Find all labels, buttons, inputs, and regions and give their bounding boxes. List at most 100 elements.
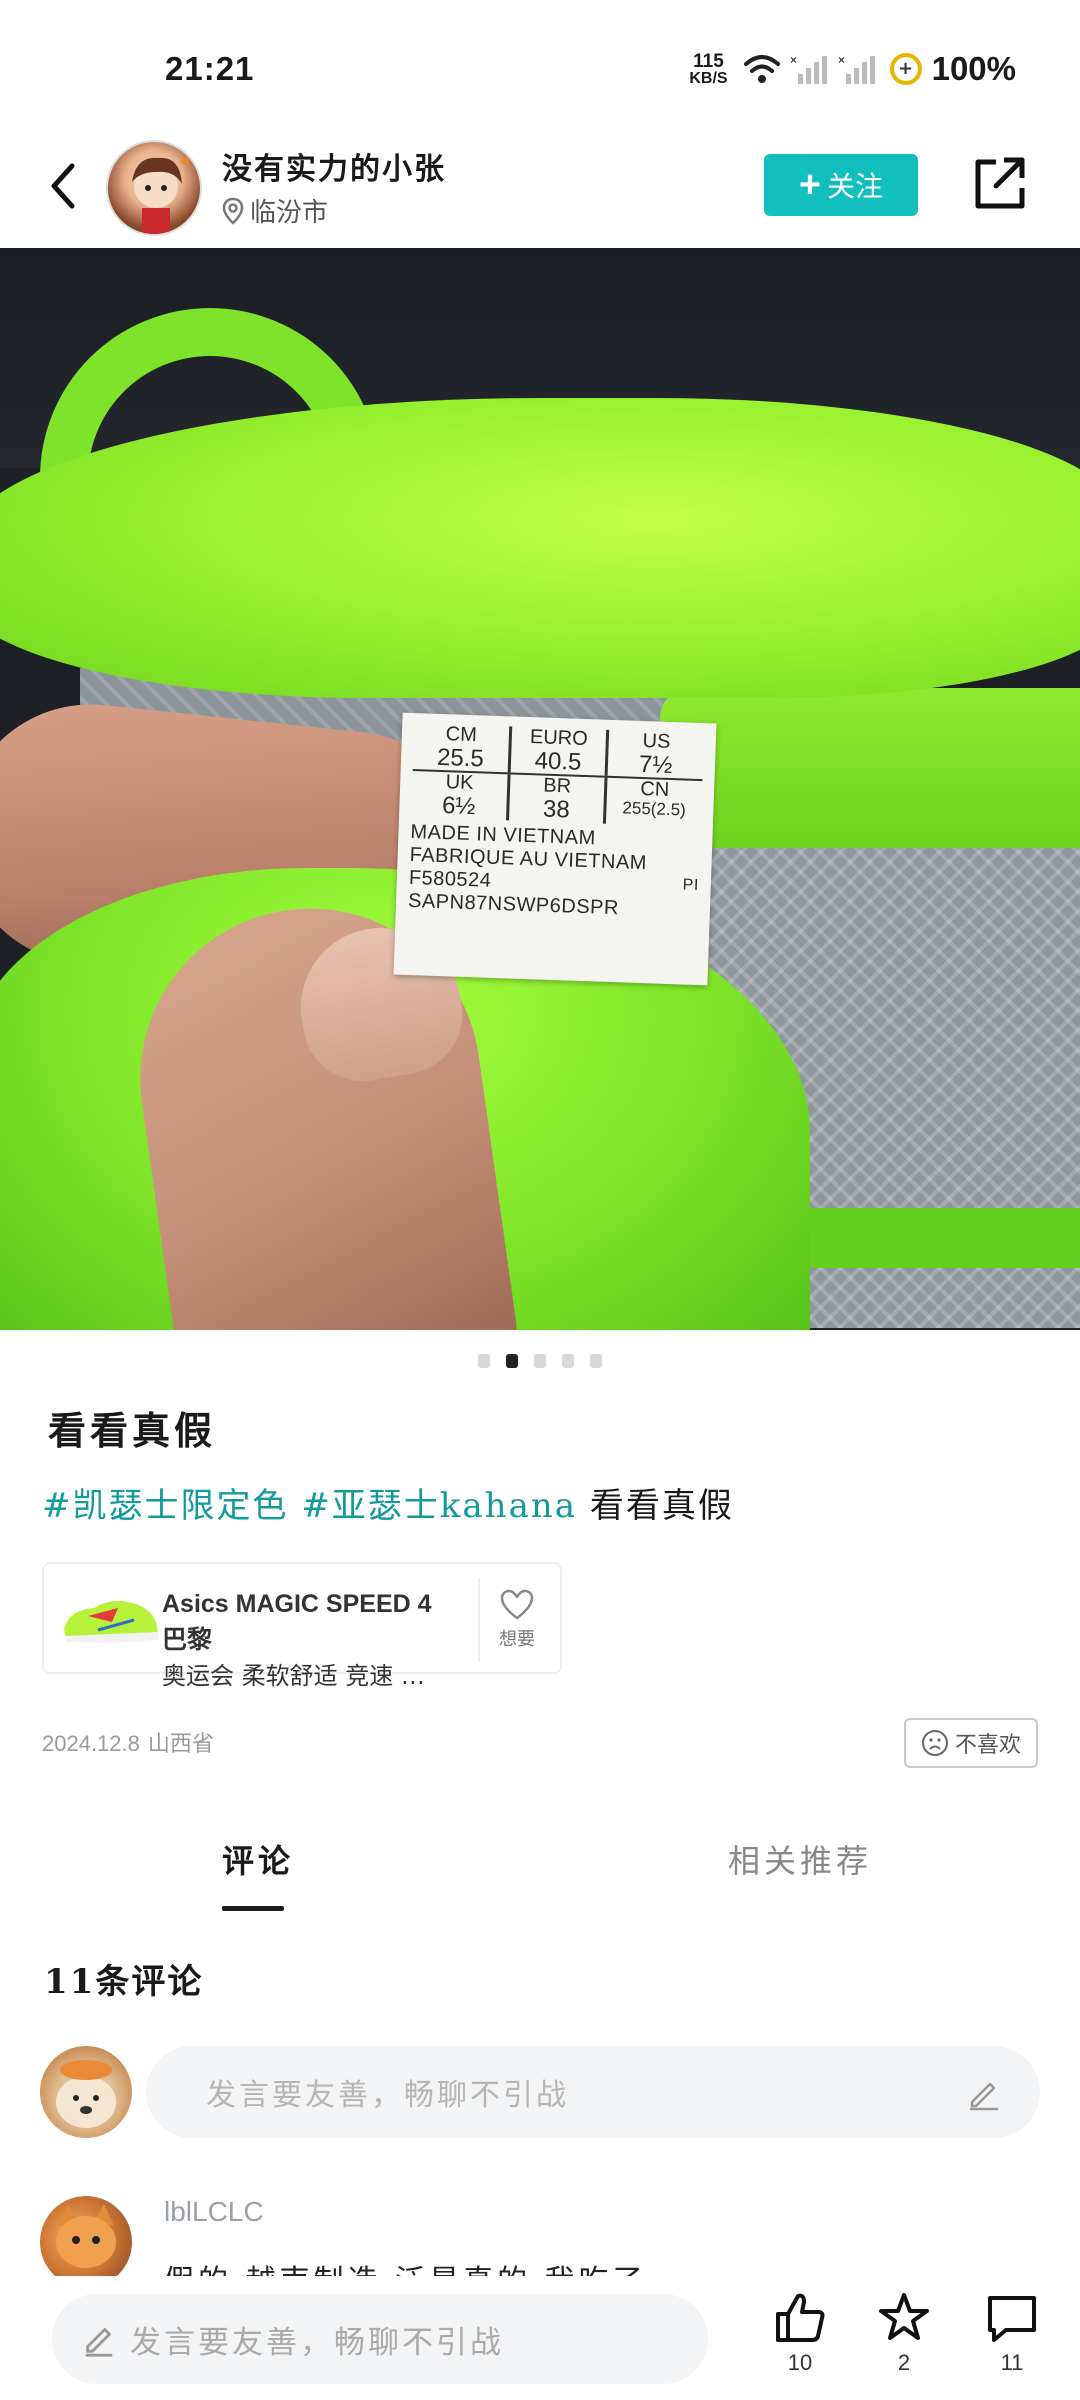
net-speed-unit: KB/S bbox=[689, 69, 728, 87]
shoe-tongue bbox=[0, 398, 1080, 698]
svg-text:×: × bbox=[838, 53, 845, 67]
tab-related[interactable]: 相关推荐 bbox=[728, 1836, 872, 1882]
bottom-comment-input[interactable]: 发言要友善，畅聊不引战 bbox=[52, 2294, 708, 2384]
image-pager bbox=[0, 1354, 1080, 1368]
signal-icon-2: × bbox=[838, 53, 875, 84]
size-cell-uk: UK 6½ bbox=[411, 771, 507, 820]
comment-text: 假的 越南制造 泛是真的 我吃了 bbox=[164, 2256, 647, 2276]
pencil-icon bbox=[85, 2328, 113, 2357]
post-date: 2024.12.8 bbox=[42, 1731, 140, 1756]
size-value: 38 bbox=[542, 795, 571, 824]
dog-avatar-illustration bbox=[56, 2060, 116, 2128]
like-count: 10 bbox=[787, 2350, 813, 2375]
label-line-3-right: PI bbox=[682, 876, 700, 895]
comment-count: 11 bbox=[1000, 2350, 1024, 2375]
tab-comments[interactable]: 评论 bbox=[222, 1836, 294, 1882]
post-meta: 2024.12.8 山西省 bbox=[42, 1726, 214, 1758]
plus-icon: + bbox=[798, 164, 822, 206]
comment-input[interactable]: 发言要友善，畅聊不引战 bbox=[146, 2046, 1040, 2138]
net-speed-value: 115 bbox=[693, 50, 724, 72]
post-photo[interactable]: CM 25.5 EURO 40.5 US 7½ UK 6½ BR 38 CN 2… bbox=[0, 248, 1080, 1330]
follow-button[interactable]: + 关注 bbox=[764, 154, 918, 216]
heart-icon bbox=[500, 1589, 534, 1620]
star-icon bbox=[879, 2293, 929, 2340]
thumbs-up-icon bbox=[776, 2293, 825, 2342]
comment-input-placeholder: 发言要友善，畅聊不引战 bbox=[206, 2078, 569, 2113]
pager-dot[interactable] bbox=[562, 1354, 574, 1368]
avatar-illustration bbox=[132, 154, 190, 234]
comment-button[interactable]: 11 bbox=[972, 2290, 1052, 2390]
product-name-line-1: Asics MAGIC SPEED 4 巴黎 bbox=[162, 1590, 432, 1655]
author-location: 临汾市 bbox=[222, 192, 328, 229]
size-value: 25.5 bbox=[436, 743, 485, 773]
post-header: 没有实力的小张 临汾市 + 关注 bbox=[0, 130, 1080, 248]
size-value: 40.5 bbox=[534, 747, 582, 776]
post-body-text: 看看真假 bbox=[589, 1486, 734, 1526]
wifi-icon bbox=[743, 55, 780, 83]
battery-icon: + bbox=[889, 53, 922, 85]
back-arrow-icon bbox=[51, 163, 75, 209]
sad-face-icon bbox=[921, 1730, 948, 1756]
size-value: 7½ bbox=[638, 750, 673, 780]
signal-icon: × bbox=[790, 53, 827, 84]
pager-dot[interactable] bbox=[590, 1354, 602, 1368]
want-label: 想要 bbox=[499, 1629, 535, 1650]
follow-label: 关注 bbox=[827, 170, 884, 203]
label-line-3: F580524 bbox=[408, 867, 492, 893]
author-avatar[interactable] bbox=[106, 140, 202, 236]
post-province: 山西省 bbox=[147, 1732, 214, 1757]
favorite-button[interactable]: 2 bbox=[864, 2290, 944, 2390]
post-title: 看看真假 bbox=[48, 1408, 217, 1453]
favorite-count: 2 bbox=[897, 2350, 911, 2375]
shoe-green-strip bbox=[780, 1208, 1080, 1268]
status-bar: 21:21 115 KB/S × × + 100% bbox=[0, 0, 1080, 130]
size-label: CM 25.5 EURO 40.5 US 7½ UK 6½ BR 38 CN 2… bbox=[393, 712, 717, 986]
share-button[interactable] bbox=[972, 154, 1028, 212]
share-icon bbox=[975, 157, 1025, 209]
product-card[interactable]: Asics MAGIC SPEED 4 巴黎 奥运会 柔软舒适 竞速 … 想要 bbox=[42, 1562, 562, 1690]
dislike-button[interactable]: 不喜欢 bbox=[904, 1718, 1038, 1768]
author-name[interactable]: 没有实力的小张 bbox=[222, 144, 446, 188]
comment-input-row: 发言要友善，畅聊不引战 bbox=[40, 2046, 1040, 2138]
cat-avatar-illustration bbox=[56, 2204, 116, 2268]
label-text: MADE IN VIETNAM FABRIQUE AU VIETNAM F580… bbox=[408, 821, 701, 923]
tab-active-indicator bbox=[222, 1906, 284, 1911]
tag-link[interactable]: #亚瑟士kahana bbox=[301, 1486, 577, 1526]
product-name: Asics MAGIC SPEED 4 巴黎 奥运会 柔软舒适 竞速 … bbox=[162, 1586, 452, 1693]
tag-link[interactable]: #凯瑟士限定色 bbox=[42, 1486, 289, 1526]
like-button[interactable]: 10 bbox=[760, 2290, 840, 2390]
my-avatar bbox=[40, 2046, 132, 2138]
comments-count: 11条评论 bbox=[44, 1962, 204, 2002]
pencil-icon bbox=[970, 2082, 998, 2111]
status-time: 21:21 bbox=[165, 50, 255, 87]
pager-dot-active[interactable] bbox=[506, 1354, 518, 1368]
back-button[interactable] bbox=[38, 158, 88, 214]
comment-item[interactable]: lblLCLC 假的 越南制造 泛是真的 我吃了 bbox=[40, 2196, 1040, 2276]
bottom-action-bar: 发言要友善，畅聊不引战 10 2 11 bbox=[0, 2276, 1080, 2400]
dislike-label: 不喜欢 bbox=[954, 1733, 1021, 1758]
size-cell-us: US 7½ bbox=[604, 729, 705, 780]
size-value: 255(2.5) bbox=[622, 798, 687, 820]
comment-bubble-icon bbox=[988, 2296, 1036, 2342]
want-button[interactable]: 想要 bbox=[478, 1578, 554, 1662]
size-cell-euro: EURO 40.5 bbox=[507, 726, 607, 776]
battery-level: 100% bbox=[931, 50, 1016, 87]
size-cell-cm: CM 25.5 bbox=[413, 723, 509, 772]
product-thumbnail bbox=[64, 1600, 158, 1643]
pager-dot[interactable] bbox=[534, 1354, 546, 1368]
commenter-avatar[interactable] bbox=[40, 2196, 132, 2276]
commenter-name[interactable]: lblLCLC bbox=[164, 2196, 264, 2228]
location-pin-icon bbox=[222, 197, 244, 225]
post-tags: #凯瑟士限定色 #亚瑟士kahana 看看真假 bbox=[42, 1478, 734, 1527]
net-speed: 115 KB/S bbox=[689, 52, 727, 87]
shoe-green-panel bbox=[660, 688, 1080, 848]
status-indicators: 115 KB/S × × + 100% bbox=[689, 50, 1016, 88]
pager-dot[interactable] bbox=[478, 1354, 490, 1368]
svg-text:×: × bbox=[790, 53, 797, 67]
size-label-row-2: UK 6½ BR 38 CN 255(2.5) bbox=[411, 771, 703, 828]
size-value: 6½ bbox=[441, 792, 476, 821]
size-cell-cn: CN 255(2.5) bbox=[603, 777, 703, 828]
bottom-input-placeholder: 发言要友善，畅聊不引战 bbox=[130, 2324, 504, 2361]
product-name-line-2: 奥运会 柔软舒适 竞速 … bbox=[162, 1661, 425, 1690]
size-cell-br: BR 38 bbox=[505, 774, 605, 825]
